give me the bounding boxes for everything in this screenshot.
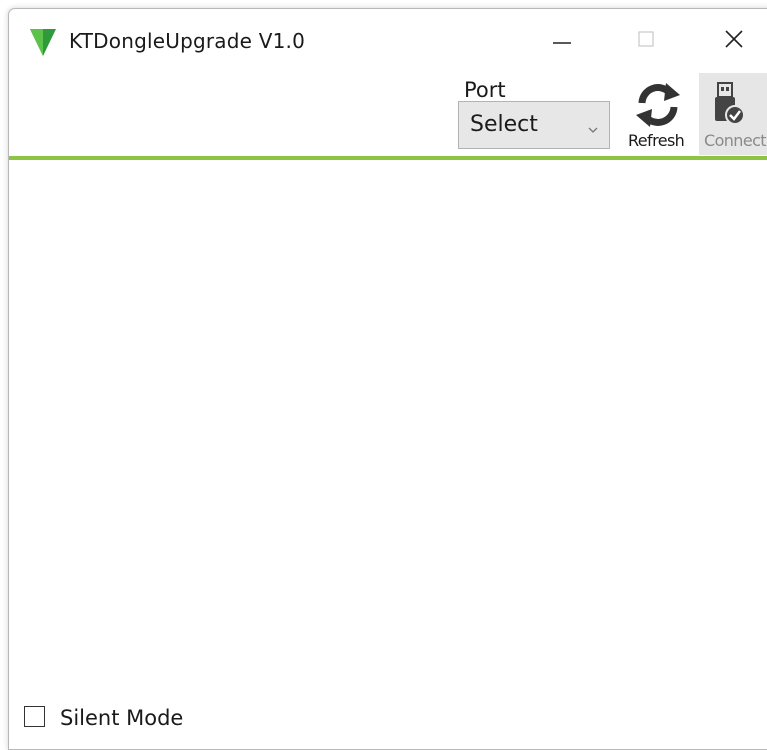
minimize-icon xyxy=(552,29,572,53)
silent-mode-label[interactable]: Silent Mode xyxy=(60,706,183,730)
port-select-value: Select xyxy=(470,112,538,137)
close-icon xyxy=(724,29,744,53)
refresh-label: Refresh xyxy=(628,131,685,150)
app-window: KTDongleUpgrade V1.0 Port Select Refresh… xyxy=(8,8,767,750)
close-button[interactable] xyxy=(704,19,764,63)
green-triangle-logo-icon xyxy=(29,27,57,57)
maximize-button[interactable] xyxy=(616,19,676,63)
refresh-button[interactable]: Refresh xyxy=(621,73,693,155)
maximize-icon xyxy=(636,29,656,53)
usb-connect-icon xyxy=(711,81,747,129)
refresh-icon xyxy=(630,77,686,133)
log-area[interactable] xyxy=(9,160,767,700)
chevron-down-icon xyxy=(587,120,599,133)
port-label: Port xyxy=(464,78,506,102)
port-select[interactable]: Select xyxy=(458,101,610,149)
connect-button[interactable]: Connect xyxy=(699,73,767,155)
connect-label: Connect xyxy=(704,131,767,150)
minimize-button[interactable] xyxy=(532,19,592,63)
silent-mode-checkbox[interactable] xyxy=(24,706,45,727)
window-title: KTDongleUpgrade V1.0 xyxy=(69,29,306,53)
